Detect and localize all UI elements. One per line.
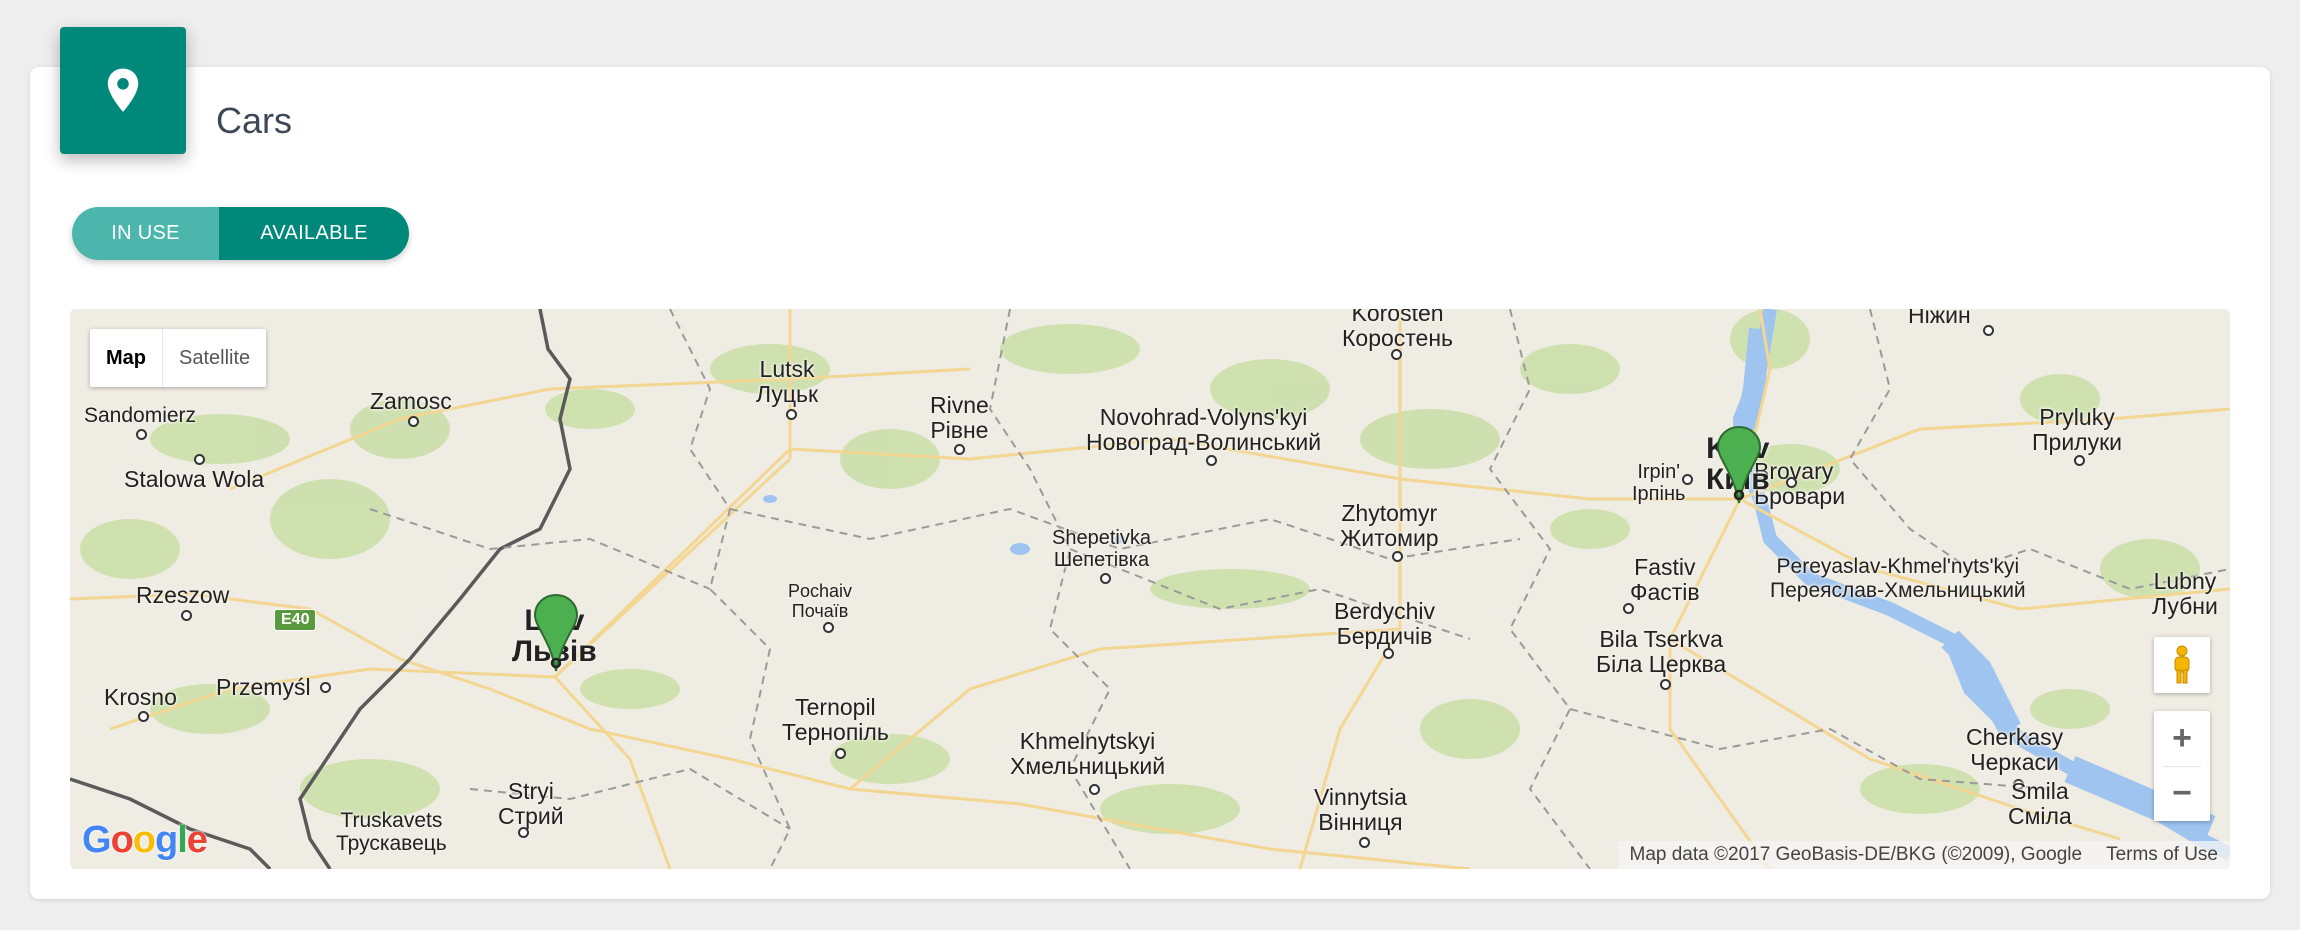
map-type-satellite-button[interactable]: Satellite	[163, 329, 266, 387]
place-dot	[138, 711, 149, 722]
available-button[interactable]: AVAILABLE	[219, 207, 409, 260]
place-dot	[320, 682, 331, 693]
place-dot	[786, 409, 797, 420]
place-dot	[2074, 455, 2085, 466]
place-dot	[181, 610, 192, 621]
google-logo[interactable]: Google	[82, 819, 208, 862]
map-type-map-button[interactable]: Map	[90, 329, 163, 387]
map-attribution: Map data ©2017 GeoBasis-DE/BKG (©2009), …	[1617, 841, 2230, 869]
place-label: Shepetivka Шепетівка	[1052, 527, 1151, 571]
place-label: Bila Tserkva Біла Церква	[1596, 626, 1727, 677]
place-label: Zamosc	[370, 388, 452, 414]
place-label: Ternopil Тернопіль	[782, 694, 889, 745]
card-title: Cars	[216, 100, 293, 141]
place-dot	[1660, 679, 1671, 690]
map-pin-icon	[107, 68, 139, 112]
place-label: Lutsk Луцьк	[756, 356, 819, 407]
attribution-text: Map data ©2017 GeoBasis-DE/BKG (©2009), …	[1629, 844, 2083, 865]
place-label: Krosno	[104, 684, 177, 710]
place-dot	[823, 622, 834, 633]
street-view-pegman-button[interactable]	[2154, 637, 2210, 693]
place-label: Khmelnytskyi Хмельницький	[1010, 728, 1166, 779]
place-dot	[1682, 474, 1693, 485]
place-dot	[194, 454, 205, 465]
place-label: Cherkasy Черкаси	[1966, 724, 2064, 775]
place-dot	[1089, 784, 1100, 795]
pegman-icon	[2174, 645, 2190, 684]
place-label: Stalowa Wola	[124, 466, 265, 492]
zoom-in-button[interactable]: +	[2154, 712, 2210, 766]
place-dot	[1383, 648, 1394, 659]
place-label: Sandomierz	[84, 404, 197, 427]
place-dot	[1392, 551, 1403, 562]
place-dot	[954, 444, 965, 455]
place-label: Stryi Стрий	[498, 778, 564, 829]
place-dot	[1359, 837, 1370, 848]
car-status-toggle: IN USE AVAILABLE	[72, 207, 409, 260]
terms-of-use-link[interactable]: Terms of Use	[2094, 844, 2230, 866]
zoom-out-button[interactable]: −	[2154, 767, 2210, 821]
place-label: Rivne Рівне	[930, 392, 989, 443]
place-dot	[1786, 477, 1797, 488]
place-label: Pryluky Прилуки	[2032, 404, 2123, 455]
place-label: Przemyśl	[216, 674, 311, 700]
map-type-control: Map Satellite	[90, 329, 267, 387]
place-label: Vinnytsia Вінниця	[1314, 784, 1407, 835]
place-dot	[408, 416, 419, 427]
place-dot	[518, 827, 529, 838]
place-dot	[1206, 455, 1217, 466]
zoom-control: + −	[2154, 711, 2210, 821]
place-label: Novohrad-Volyns'kyi Новоград-Волинський	[1086, 404, 1322, 455]
card-header-icon	[60, 27, 186, 154]
place-dot	[835, 748, 846, 759]
place-dot	[1623, 603, 1634, 614]
place-dot	[1391, 349, 1402, 360]
place-label: Berdychiv Бердичів	[1334, 598, 1435, 649]
place-label: Truskavets Трускавець	[336, 809, 447, 855]
place-label: Zhytomyr Житомир	[1340, 500, 1439, 551]
map[interactable]: Map Satellite Korosten Коростень Ніжин Lu…	[70, 309, 2230, 869]
marker-lviv[interactable]	[533, 593, 579, 673]
in-use-button[interactable]: IN USE	[72, 207, 219, 260]
place-label: Pochaiv Почаїв	[788, 581, 853, 621]
place-label: Smila Сміла	[2008, 778, 2072, 829]
place-label: Ніжин	[1908, 309, 1971, 328]
marker-kyiv[interactable]	[1716, 425, 1762, 505]
road-shield-e40: E40	[274, 609, 317, 631]
place-label: Fastiv Фастів	[1630, 554, 1700, 605]
place-label: Rzeszow	[136, 582, 230, 608]
place-dot	[1100, 573, 1111, 584]
place-dot	[1983, 325, 1994, 336]
place-label: Pereyaslav-Khmel'nyts'kyi Переяслав-Хмель…	[1770, 555, 2026, 602]
place-label: Irpin' Ірпінь	[1632, 461, 1686, 505]
place-label: Korosten Коростень	[1342, 309, 1454, 351]
place-label: Lubny Лубни	[2152, 568, 2218, 619]
place-dot	[136, 429, 147, 440]
